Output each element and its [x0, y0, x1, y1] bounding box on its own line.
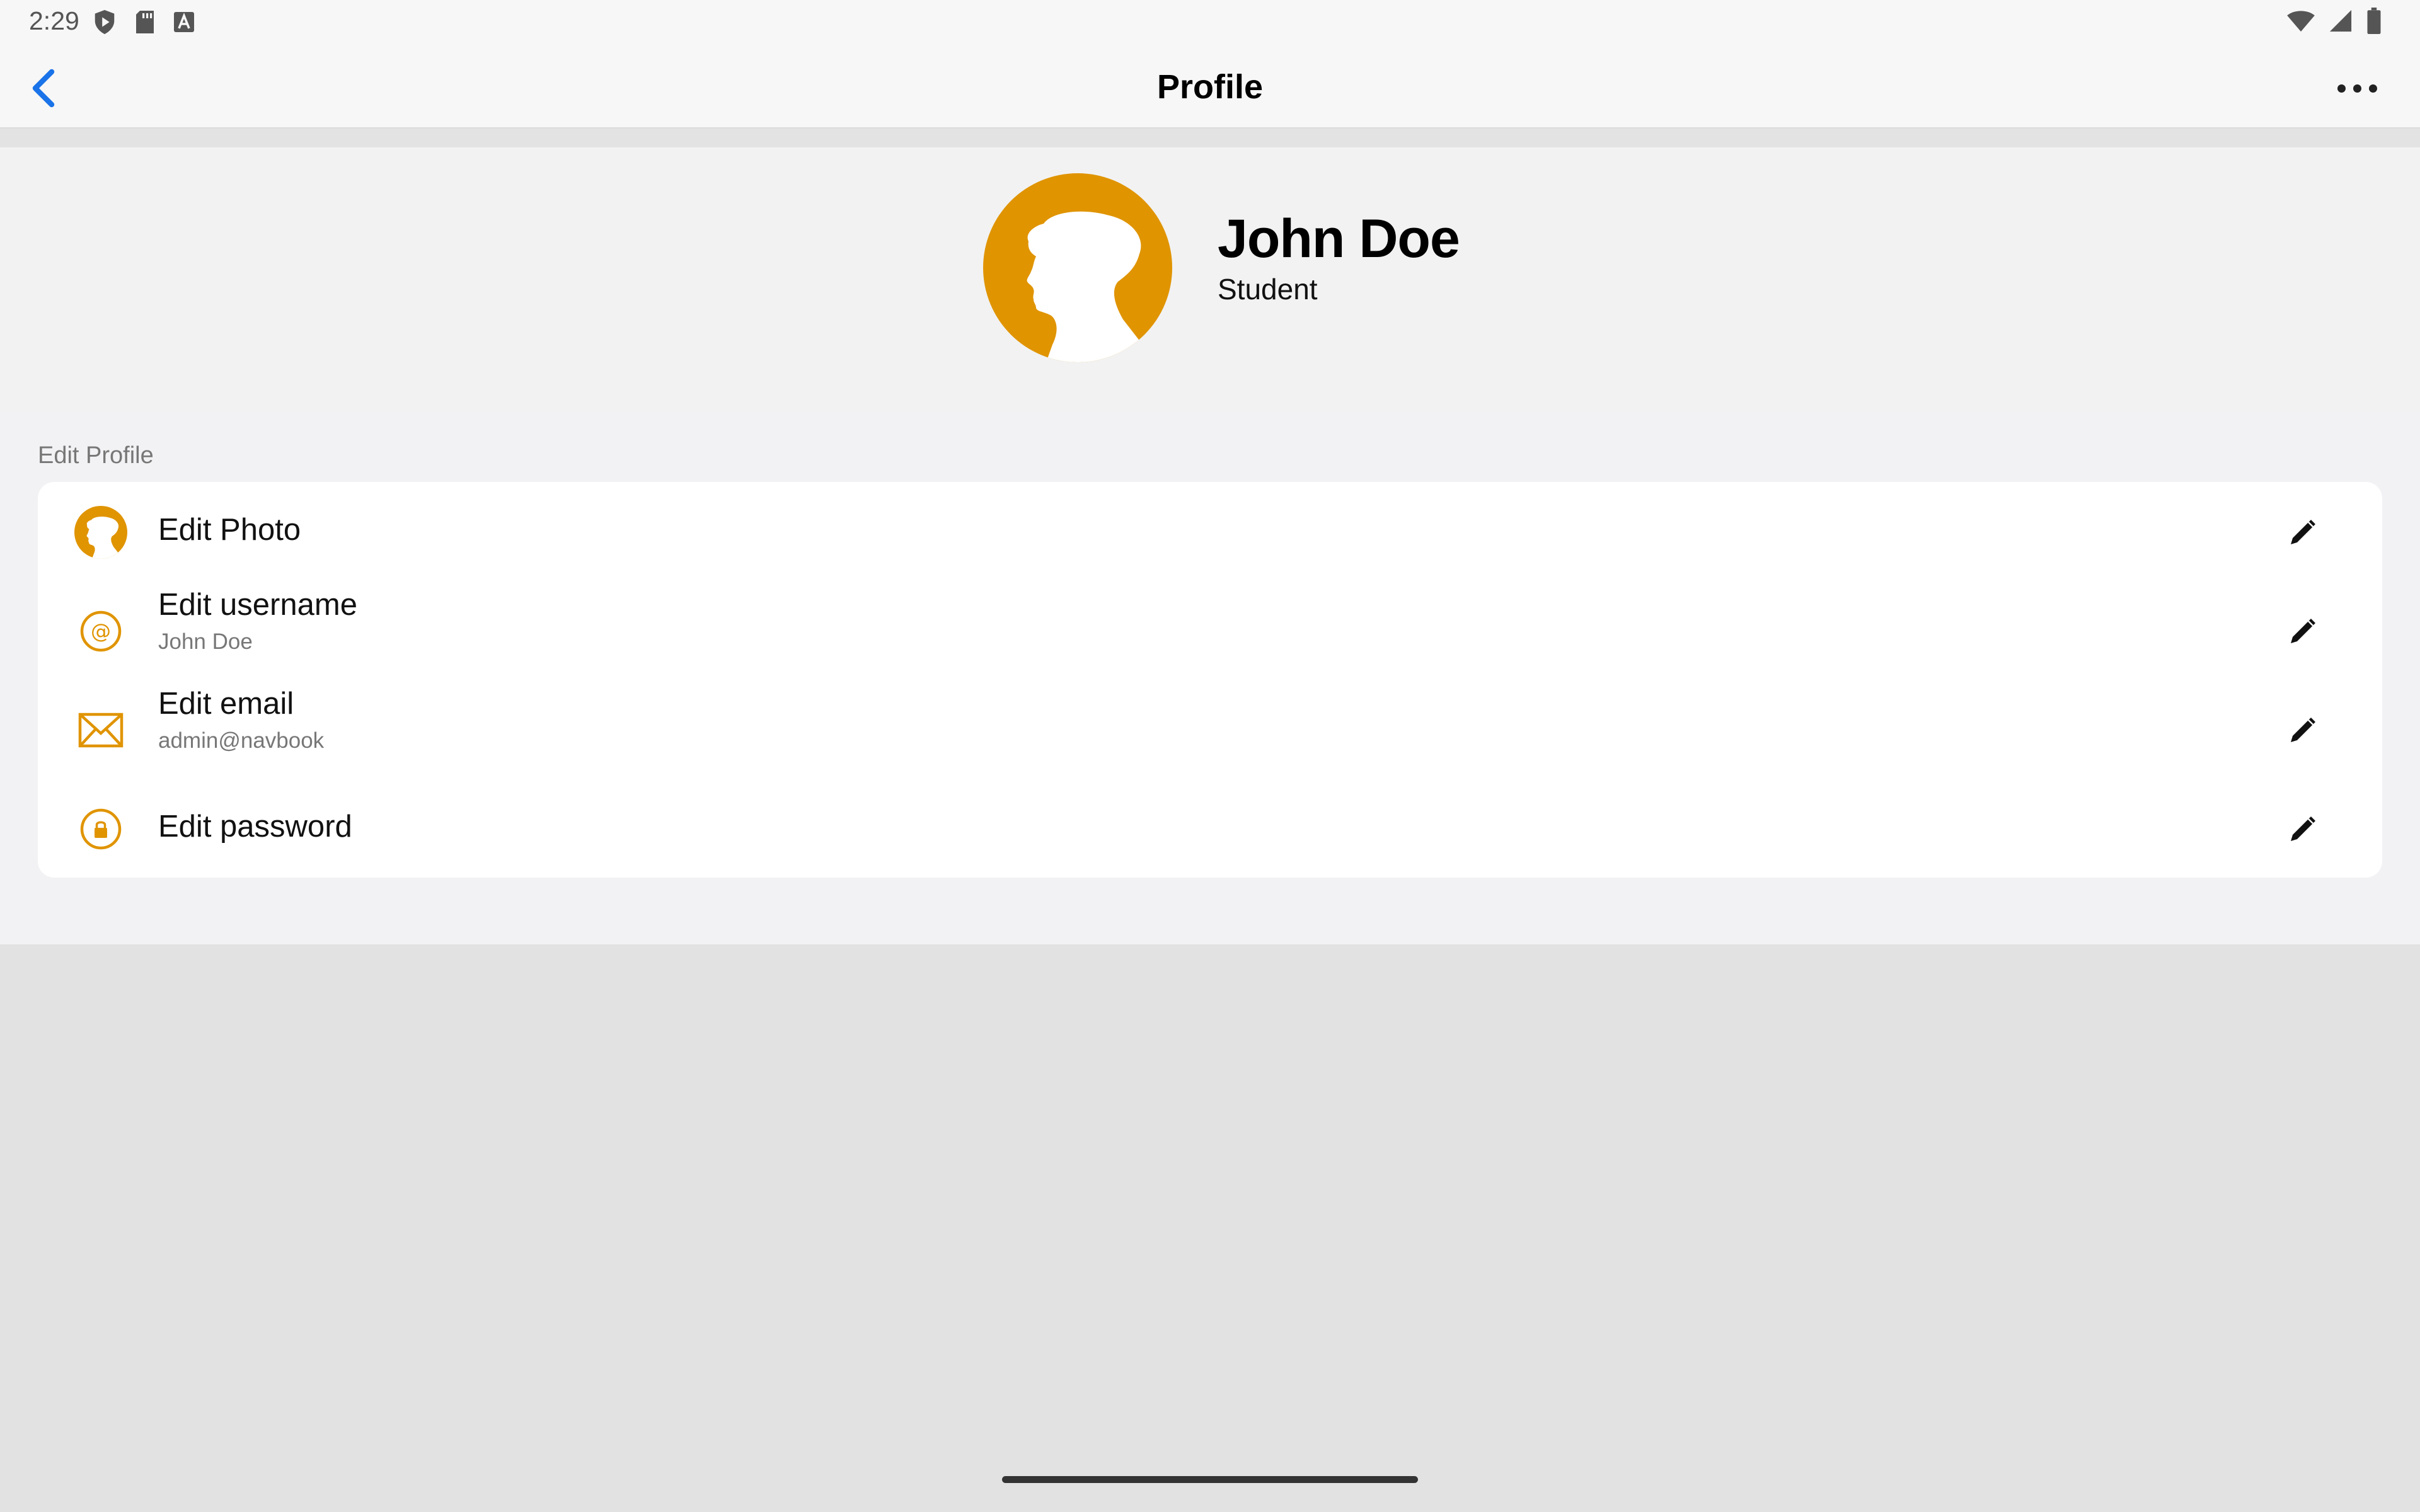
cell-signal-icon [2329, 9, 2352, 32]
svg-text:@: @ [91, 619, 111, 643]
status-bar: 2:29 [0, 0, 2420, 45]
profile-header [0, 147, 2420, 412]
pencil-icon[interactable] [2281, 510, 2325, 554]
edit-username-row[interactable]: @ Edit username John Doe [38, 581, 2382, 680]
header-divider-band [0, 129, 2420, 147]
edit-password-row[interactable]: Edit password [38, 779, 2382, 878]
profile-role: Student [1218, 273, 1318, 306]
battery-icon [2367, 8, 2381, 34]
shield-play-icon [95, 9, 115, 35]
edit-email-label: Edit email [158, 687, 294, 721]
home-indicator[interactable] [1002, 1476, 1418, 1483]
navigation-bar: Profile [0, 45, 2420, 129]
pencil-icon[interactable] [2281, 806, 2325, 850]
edit-profile-card: Edit Photo @ Edit username John Doe Edit… [38, 482, 2382, 878]
pencil-icon[interactable] [2281, 609, 2325, 653]
keyboard-a-icon [174, 12, 194, 32]
edit-email-row[interactable]: Edit email admin@navbook [38, 680, 2382, 779]
more-horizontal-icon [2337, 84, 2346, 93]
more-options-button[interactable] [2325, 64, 2388, 112]
page-title: Profile [1156, 68, 1264, 106]
envelope-icon [74, 704, 127, 757]
username-value: John Doe [158, 629, 253, 654]
lock-icon [74, 803, 127, 856]
edit-photo-row[interactable]: Edit Photo [38, 482, 2382, 581]
edit-username-label: Edit username [158, 588, 357, 622]
pencil-icon[interactable] [2281, 707, 2325, 752]
email-value: admin@navbook [158, 728, 325, 753]
status-system-icons [2286, 8, 2382, 34]
edit-photo-label: Edit Photo [158, 513, 301, 547]
status-time: 2:29 [29, 6, 79, 35]
wifi-icon [2287, 11, 2315, 32]
sd-card-icon [136, 11, 154, 33]
profile-name: John Doe [1218, 209, 1460, 269]
status-notification-icons [92, 9, 195, 35]
photo-avatar-icon [74, 506, 127, 559]
edit-password-label: Edit password [158, 810, 352, 844]
section-label: Edit Profile [38, 442, 154, 469]
at-sign-icon: @ [74, 605, 127, 658]
profile-avatar[interactable] [983, 173, 1172, 362]
